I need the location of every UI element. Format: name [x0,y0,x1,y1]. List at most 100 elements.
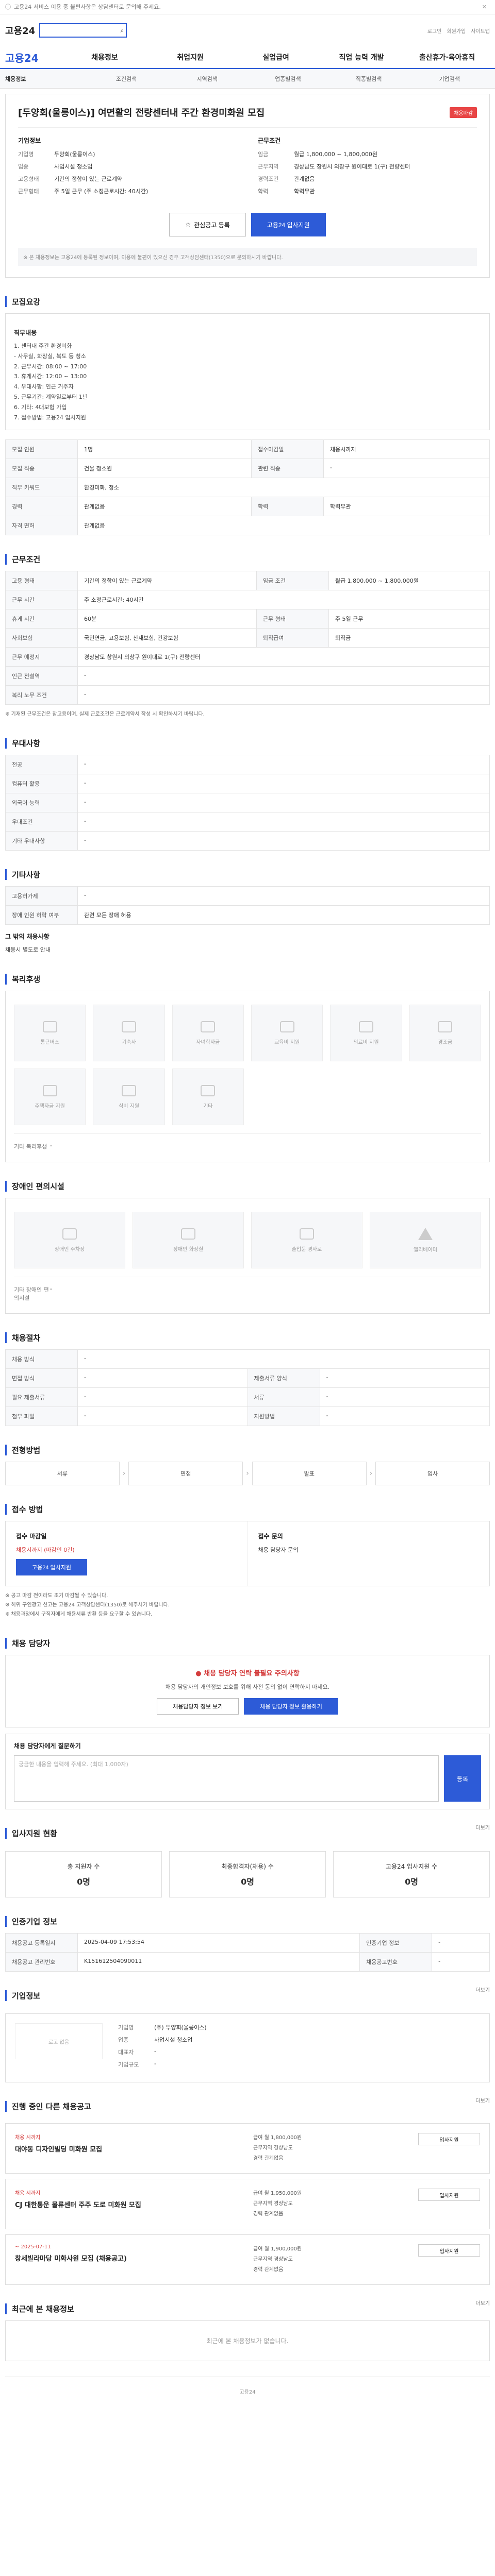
kv-value: 학력무관 [294,188,315,195]
welfare-item: 기숙사 [93,1005,165,1062]
nav-unemployment[interactable]: 실업급여 [233,52,319,62]
related-apply-button[interactable]: 입사지원 [418,2189,480,2201]
nav-employment-support[interactable]: 취업지원 [147,52,233,62]
apply-contact-label: 접수 문의 [258,1533,283,1540]
related-apply-button[interactable]: 입사지원 [418,2133,480,2146]
question-textarea[interactable]: 궁금한 내용을 입력해 주세요. (최대 1,000자) [14,1755,439,1802]
td: - [432,1933,490,1953]
th: 직무 키워드 [5,478,78,498]
subnav-item[interactable]: 기업검색 [409,75,490,83]
related-meta: 급여 월 1,800,000원 [253,2135,302,2141]
related-job[interactable]: 채용 시까지 대야동 디자인빌딩 미화원 모집 급여 월 1,800,000원 근무… [5,2123,490,2174]
nav-jobs[interactable]: 채용정보 [62,52,147,62]
medical-icon [358,1021,373,1032]
bullet: ※ 공고 마감 전이라도 조기 마감될 수 있습니다. [5,1593,108,1599]
kv-value: 사업시설 청소업 [154,2037,193,2044]
question-submit-button[interactable]: 등록 [443,1755,481,1802]
job-description-box: 직무내용 1. 센터내 주간 환경미화 - 사무실, 화장실, 복도 등 청소 … [5,313,490,431]
related-tag: 채용 시까지 [15,2191,41,2197]
welfare-box: 통근버스 기숙사 자녀학자금 교육비 지원 의료비 지원 경조금 주택자금 지원… [5,991,490,1163]
section-title: 우대사항 [5,738,490,749]
more-link[interactable]: 더보기 [475,2096,490,2104]
td: 주 소정근로시간: 40시간 [77,590,490,610]
search-input[interactable]: ⌕ [39,23,127,38]
kv-value: (주) 두양회(울릉이스) [154,2024,207,2031]
dormitory-icon [121,1021,136,1032]
kv-key: 업종 [118,2037,129,2044]
th: 필요 제출서류 [5,1387,78,1408]
apply-button-2[interactable]: 고용24 입사지원 [16,1559,88,1576]
th: 근무 시간 [5,590,78,610]
arrow-right-icon: › [369,1469,373,1478]
kv-key: 기타 장애인 편의시설 [14,1286,49,1302]
kv-key: 경력조건 [258,176,279,182]
section-title: 장애인 편의시설 [5,1181,490,1192]
nav-logo[interactable]: 고용24 [5,50,62,65]
qna-use-button[interactable]: 채용 담당자 정보 활용하기 [244,1698,338,1715]
th: 복리 노무 조건 [5,685,78,705]
kv-key: 학력 [258,188,269,195]
kv-key: 기업명 [118,2024,134,2031]
related-job[interactable]: 채용 시까지 CJ 대한통운 물류센터 주주 도로 미화원 모집 급여 월 1,9… [5,2179,490,2230]
close-icon[interactable]: ✕ [482,0,487,14]
subnav-item[interactable]: 직종별검색 [328,75,409,83]
td: 1명 [77,439,252,460]
td: - [77,1368,248,1388]
th: 첨부 파일 [5,1406,78,1427]
count-label: 총 지원자 수 [67,1862,100,1870]
work-table: 고용 형태 기간의 정함이 있는 근로계약 임금 조건 월급 1,800,000 ~ … [5,571,490,705]
th: 채용공고 관리번호 [5,1952,78,1972]
related-title[interactable]: 대야동 디자인빌딩 미화원 모집 [15,2144,243,2154]
th: 기타 우대사항 [5,831,78,851]
td: 2025-04-09 17:53:54 [77,1933,360,1953]
welfare-label: 경조금 [438,1039,453,1045]
util-sitemap[interactable]: 사이트맵 [471,27,490,35]
th: 채용공고 등록일시 [5,1933,78,1953]
section-title: 최근에 본 채용정보 [5,2303,74,2315]
qna-info-button[interactable]: 채용담당자 정보 보기 [157,1698,239,1715]
apply-button[interactable]: 고용24 입사지원 [251,213,326,236]
th: 임금 조건 [256,571,329,591]
more-link[interactable]: 더보기 [475,1986,490,1993]
step: 발표 [252,1462,367,1486]
subnav-item[interactable]: 업종별검색 [248,75,328,83]
search-icon[interactable]: ⌕ [120,27,124,35]
applicant-count-card: 고용24 입사지원 수 0명 [333,1851,490,1898]
related-title[interactable]: 창세빌라마당 미화사원 모집 (채용공고) [15,2253,243,2263]
site-logo[interactable]: 고용24 [5,24,35,37]
related-apply-button[interactable]: 입사지원 [418,2244,480,2257]
td: 경상남도 창원시 의창구 원이대로 1(구) 전량센터 [77,647,490,667]
th: 사회보험 [5,628,78,648]
td: 채용시까지 [323,439,490,460]
related-meta: 급여 월 1,900,000원 [253,2246,302,2252]
kv-key: 기업규모 [118,2061,139,2069]
count-value: 0명 [77,1876,90,1887]
kv-value: 월급 1,800,000 ~ 1,800,000원 [294,151,378,158]
apply-box: 접수 마감일 채용시까지 (마감인 0건) 고용24 입사지원 접수 문의 채용… [5,1521,490,1587]
nav-training[interactable]: 직업 능력 개발 [319,52,404,62]
facility-item: 출입문 경사로 [251,1212,362,1269]
more-link[interactable]: 더보기 [475,1823,490,1831]
util-login[interactable]: 로그인 [427,27,442,35]
nav-parental-leave[interactable]: 출산휴가·육아휴직 [404,52,490,62]
related-job[interactable]: ~ 2025-07-11 창세빌라마당 미화사원 모집 (채용공고) 급여 월 1… [5,2234,490,2285]
more-link[interactable]: 더보기 [475,2299,490,2307]
subnav-item[interactable]: 지역검색 [167,75,248,83]
job-summary-card: [두양회(울릉이스)] 여면활의 전량센터내 주간 환경미화원 모집 채용마감 … [5,94,490,278]
td: - [77,886,490,906]
kv-value: - [154,2060,156,2067]
arrow-right-icon: › [246,1469,249,1478]
related-title[interactable]: CJ 대한통운 물류센터 주주 도로 미화원 모집 [15,2199,243,2209]
section-title: 근무조건 [5,554,490,565]
desc-subtitle: 직무내용 [14,329,37,336]
util-join[interactable]: 회원가입 [447,27,466,35]
qna-box: ● 채용 담당자 연락 불필요 주의사항 채용 담당자의 개인정보 보호를 위해… [5,1655,490,1728]
more-icon [201,1084,216,1096]
th: 자격 면허 [5,516,78,536]
interest-button[interactable]: ☆ 관심공고 등록 [169,213,246,236]
subnav-item[interactable]: 채용정보 [5,75,86,83]
qna-form-label: 채용 담당자에게 질문하기 [14,1742,81,1750]
related-tag: 채용 시까지 [15,2135,41,2141]
th: 인증기업 정보 [359,1933,433,1953]
subnav-item[interactable]: 조건검색 [86,75,167,83]
